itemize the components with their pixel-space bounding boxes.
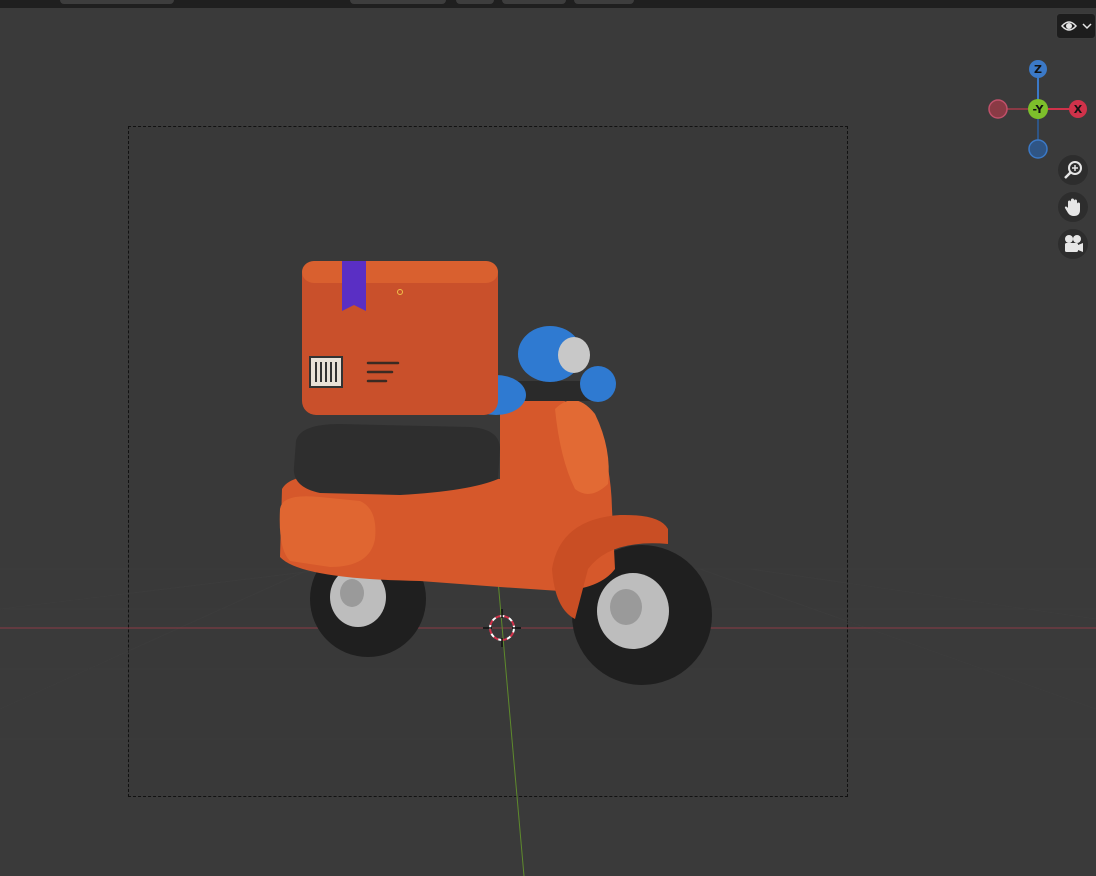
header-mode-chip[interactable]: [350, 0, 446, 4]
visibility-toggle[interactable]: [1056, 13, 1096, 39]
visibility-eye-icon: [1061, 21, 1092, 31]
zoom-button[interactable]: [1058, 155, 1088, 185]
zoom-icon: [1064, 161, 1082, 179]
header-snap-chip[interactable]: [456, 0, 494, 4]
gizmo-z-label: Z: [1034, 63, 1042, 76]
box-ribbon: [342, 261, 366, 311]
scooter-model[interactable]: [279, 261, 712, 685]
header-menu-chip[interactable]: [60, 0, 174, 4]
headlight: [558, 337, 590, 373]
camera-icon: [1065, 235, 1083, 252]
3d-viewport[interactable]: Z X -Y: [0, 9, 1096, 876]
delivery-box: [302, 261, 498, 415]
pan-hand-icon: [1064, 198, 1080, 216]
side-panel: [279, 496, 376, 567]
floor-grid: [0, 568, 1096, 740]
navigation-gizmo[interactable]: Z X -Y: [982, 53, 1094, 165]
camera-view-button[interactable]: [1058, 229, 1088, 259]
header-bar: [0, 0, 1096, 9]
scene-canvas[interactable]: [0, 9, 1096, 876]
gizmo-neg-x[interactable]: [988, 99, 1008, 119]
pan-button[interactable]: [1058, 192, 1088, 222]
right-grip: [580, 366, 616, 402]
seat: [293, 424, 500, 495]
gizmo-x-label: X: [1074, 103, 1083, 116]
header-proportional-chip[interactable]: [502, 0, 566, 4]
header-shading-chip[interactable]: [574, 0, 634, 4]
gizmo-y-label: -Y: [1033, 103, 1045, 116]
gizmo-neg-z[interactable]: [1028, 139, 1048, 159]
